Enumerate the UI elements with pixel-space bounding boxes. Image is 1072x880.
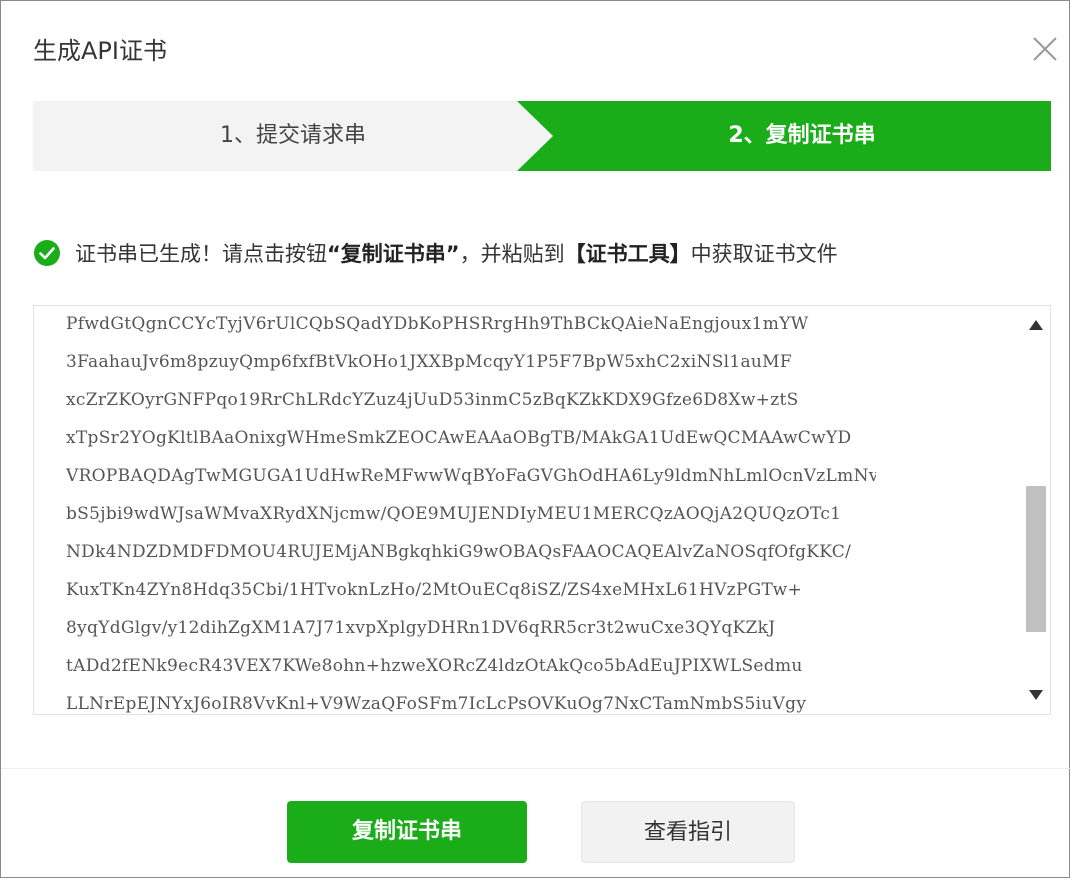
- footer-divider: [1, 768, 1071, 769]
- notice-tool-ref: 【证书工具】: [564, 242, 691, 266]
- triangle-down-icon[interactable]: [1027, 688, 1045, 702]
- cert-line: VROPBAQDAgTwMGUGA1UdHwReMFwwWqBYoFaGVGhO…: [66, 466, 876, 486]
- copy-cert-button[interactable]: 复制证书串: [287, 801, 527, 863]
- notice-copy-ref: “复制证书串”: [327, 242, 460, 266]
- cert-line: 8yqYdGlgv/y12dihZgXM1A7J71xvpXplgyDHRn1D…: [66, 618, 776, 638]
- close-icon[interactable]: [1029, 33, 1061, 65]
- scrollbar-thumb[interactable]: [1026, 486, 1046, 632]
- dialog-title: 生成API证书: [33, 37, 167, 65]
- scrollbar-track[interactable]: [1026, 346, 1046, 676]
- cert-line: KuxTKn4ZYn8Hdq35Cbi/1HTvoknLzHo/2MtOuECq…: [66, 580, 802, 600]
- cert-line: bS5jbi9wdWJsaWMvaXRydXNjcmw/QOE9MUJENDIy…: [66, 504, 842, 524]
- triangle-up-icon[interactable]: [1027, 318, 1045, 332]
- check-circle-icon: [34, 240, 60, 266]
- cert-line: tADd2fENk9ecR43VEX7KWe8ohn+hzweXORcZ4ldz…: [66, 656, 803, 676]
- generate-api-cert-dialog: 生成API证书 1、提交请求串 2、复制证书串 证书串已生成！请点击按钮“复制证…: [0, 0, 1071, 878]
- cert-string-textarea[interactable]: PfwdGtQgnCCYcTyjV6rUlCQbSQadYDbKoPHSRrgH…: [33, 305, 1051, 715]
- step-indicator: 1、提交请求串 2、复制证书串: [33, 101, 1051, 171]
- cert-line: xTpSr2YOgKltlBAaOnixgWHmeSmkZEOCAwEAAaOB…: [66, 428, 852, 448]
- step-1: 1、提交请求串: [33, 101, 553, 171]
- cert-line: PfwdGtQgnCCYcTyjV6rUlCQbSQadYDbKoPHSRrgH…: [66, 314, 809, 334]
- step-2-label: 2、复制证书串: [728, 123, 876, 148]
- cert-line: NDk4NDZDMDFDMOU4RUJEMjANBgkqhkiG9wOBAQsF…: [66, 542, 852, 562]
- step-1-label: 1、提交请求串: [220, 123, 366, 148]
- view-guide-button[interactable]: 查看指引: [581, 801, 795, 863]
- vertical-scrollbar[interactable]: [1022, 306, 1050, 714]
- cert-string-content: PfwdGtQgnCCYcTyjV6rUlCQbSQadYDbKoPHSRrgH…: [66, 308, 876, 714]
- notice-text: 证书串已生成！请点击按钮“复制证书串”，并粘贴到【证书工具】中获取证书文件: [75, 242, 838, 266]
- cert-line: LLNrEpEJNYxJ6oIR8VvKnl+V9WzaQFoSFm7IcLcP…: [66, 694, 807, 714]
- success-notice: 证书串已生成！请点击按钮“复制证书串”，并粘贴到【证书工具】中获取证书文件: [33, 237, 838, 269]
- cert-line: 3FaahauJv6m8pzuyQmp6fxfBtVkOHo1JXXBpMcqy…: [66, 352, 792, 372]
- cert-line: xcZrZKOyrGNFPqo19RrChLRdcYZuz4jUuD53inmC…: [66, 390, 799, 410]
